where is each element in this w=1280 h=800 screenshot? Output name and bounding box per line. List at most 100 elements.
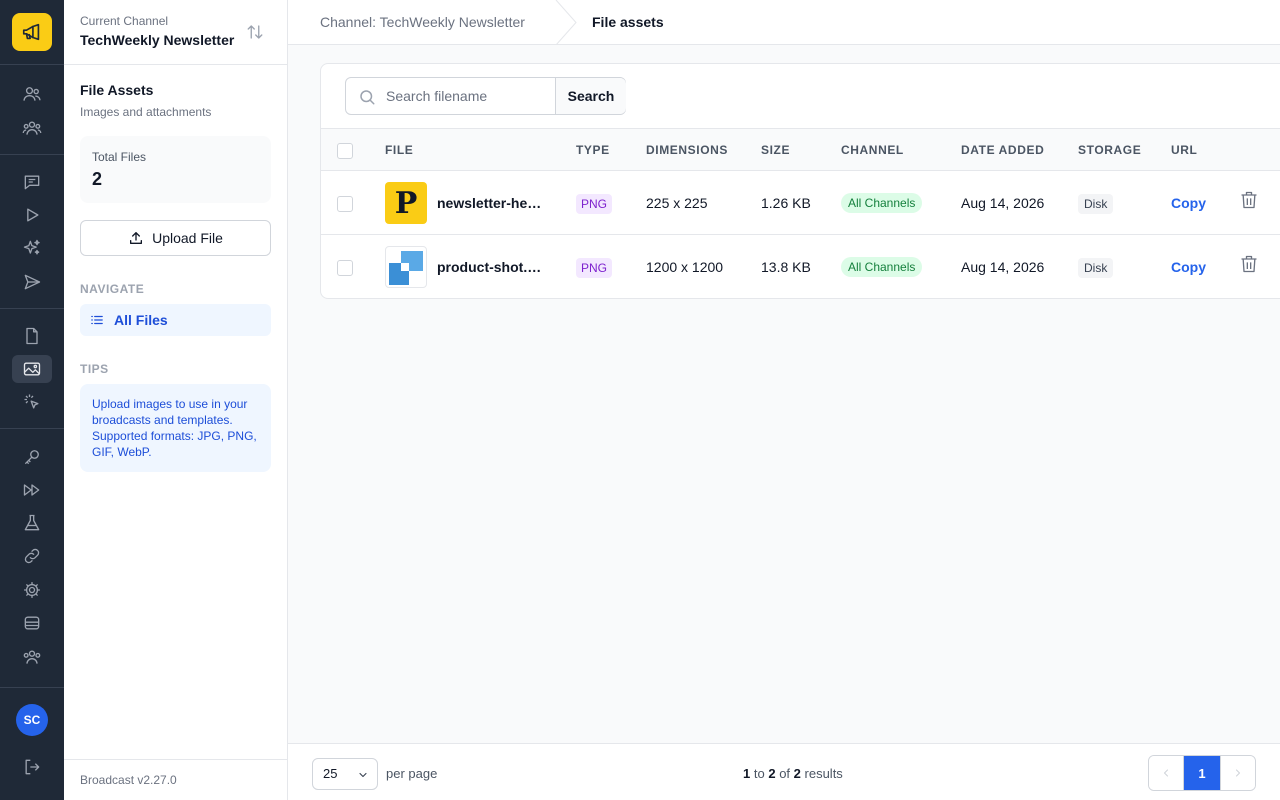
file-name[interactable]: newsletter-header.png: [437, 195, 545, 211]
stat-label: Total Files: [92, 150, 147, 164]
table-row[interactable]: P newsletter-header.png PNG 225 x 225 1.…: [321, 171, 1280, 235]
product-shot-image: [389, 251, 423, 285]
team-icon[interactable]: [12, 643, 52, 671]
results-to: 2: [768, 766, 776, 781]
upload-file-label: Upload File: [152, 230, 223, 246]
database-icon[interactable]: [12, 609, 52, 637]
search-icon: [360, 90, 375, 105]
per-page-label: per page: [386, 766, 438, 781]
type-badge: PNG: [576, 194, 613, 214]
secondary-sidebar: Current Channel TechWeekly Newsletter Fi…: [64, 0, 288, 800]
previous-page-button[interactable]: [1149, 756, 1184, 790]
results-word-of: of: [779, 766, 791, 781]
send-icon[interactable]: [12, 268, 52, 296]
results-from: 1: [743, 766, 751, 781]
storage-badge: Disk: [1078, 258, 1114, 278]
copy-url-button[interactable]: Copy: [1171, 259, 1206, 275]
results-total: 2: [793, 766, 801, 781]
tips-heading: TIPS: [80, 362, 109, 376]
contacts-icon[interactable]: [12, 80, 52, 108]
breadcrumb-separator-icon: [555, 0, 577, 45]
table-row[interactable]: product-shot.png PNG 1200 x 1200 13.8 KB…: [321, 235, 1280, 298]
search-bar: Search: [345, 77, 626, 115]
avatar[interactable]: SC: [16, 704, 48, 736]
tips-box: Upload images to use in your broadcasts …: [80, 384, 271, 472]
sparkles-icon[interactable]: [12, 234, 52, 262]
section-title: File Assets: [80, 82, 154, 98]
select-all-checkbox[interactable]: [337, 143, 353, 159]
thumbnail-glyph: P: [394, 185, 418, 221]
sidebar-divider: [64, 64, 287, 65]
list-icon: [91, 315, 103, 325]
upload-file-button[interactable]: Upload File: [80, 220, 271, 256]
breadcrumb-channel-link[interactable]: Channel: TechWeekly Newsletter: [320, 14, 525, 30]
current-page-button[interactable]: 1: [1184, 756, 1220, 790]
segments-icon[interactable]: [12, 114, 52, 142]
chevron-right-icon: [1235, 769, 1241, 777]
trash-icon[interactable]: [1239, 253, 1259, 275]
switch-channel-icon[interactable]: [244, 22, 266, 42]
version-label: Broadcast v2.27.0: [80, 773, 177, 787]
beaker-icon[interactable]: [12, 509, 52, 537]
column-header-dimensions[interactable]: DIMENSIONS: [646, 143, 728, 157]
megaphone-logo-icon[interactable]: [12, 13, 52, 51]
search-button[interactable]: Search: [555, 78, 626, 114]
results-summary: 1 to 2 of 2 results: [743, 766, 843, 781]
icon-rail: SC: [0, 0, 64, 800]
column-header-file[interactable]: FILE: [385, 143, 413, 157]
size-value: 1.26 KB: [761, 195, 811, 211]
breadcrumb: Channel: TechWeekly Newsletter File asse…: [288, 0, 1280, 45]
stat-value: 2: [92, 169, 103, 189]
nav-item-all-files[interactable]: All Files: [80, 304, 271, 336]
rail-divider: [0, 64, 64, 65]
next-page-button[interactable]: [1220, 756, 1255, 790]
cursor-click-icon[interactable]: [12, 388, 52, 416]
rail-divider: [0, 308, 64, 309]
size-value: 13.8 KB: [761, 259, 811, 275]
column-header-storage[interactable]: STORAGE: [1078, 143, 1141, 157]
results-word-results: results: [804, 766, 843, 781]
logout-icon[interactable]: [12, 753, 52, 781]
rail-divider: [0, 687, 64, 688]
image-icon[interactable]: [12, 355, 52, 383]
current-channel-name: TechWeekly Newsletter: [80, 32, 235, 48]
search-input[interactable]: [386, 78, 554, 114]
play-icon[interactable]: [12, 201, 52, 229]
per-page-value: 25: [323, 766, 338, 781]
row-checkbox[interactable]: [337, 196, 353, 212]
file-thumbnail[interactable]: [385, 246, 427, 288]
chevron-left-icon: [1163, 769, 1169, 777]
fast-forward-icon[interactable]: [12, 476, 52, 504]
column-header-size[interactable]: SIZE: [761, 143, 790, 157]
copy-url-button[interactable]: Copy: [1171, 195, 1206, 211]
nav-item-label: All Files: [114, 312, 168, 328]
type-badge: PNG: [576, 258, 613, 278]
column-header-channel[interactable]: CHANNEL: [841, 143, 904, 157]
current-channel-label: Current Channel: [80, 14, 169, 28]
navigate-heading: NAVIGATE: [80, 282, 145, 296]
key-icon[interactable]: [12, 443, 52, 471]
trash-icon[interactable]: [1239, 189, 1259, 211]
messages-icon[interactable]: [12, 168, 52, 196]
storage-badge: Disk: [1078, 194, 1114, 214]
upload-icon: [130, 232, 143, 244]
gear-icon[interactable]: [12, 576, 52, 604]
document-icon[interactable]: [12, 322, 52, 350]
column-header-type[interactable]: TYPE: [576, 143, 610, 157]
chevron-down-icon: [359, 772, 367, 778]
link-icon[interactable]: [12, 542, 52, 570]
pager: 1: [1148, 755, 1256, 791]
channel-badge: All Channels: [841, 193, 923, 213]
file-assets-card: Search FILE TYPE DIMENSIONS SIZE CHANNEL…: [320, 63, 1280, 299]
section-subtitle: Images and attachments: [80, 105, 212, 119]
breadcrumb-current: File assets: [592, 14, 664, 30]
date-added-value: Aug 14, 2026: [961, 259, 1045, 275]
pagination-bar: 25 per page 1 to 2 of 2 results 1: [288, 743, 1280, 800]
rail-divider: [0, 154, 64, 155]
row-checkbox[interactable]: [337, 260, 353, 276]
column-header-date-added[interactable]: DATE ADDED: [961, 143, 1044, 157]
per-page-select[interactable]: 25: [312, 758, 378, 790]
rail-divider: [0, 428, 64, 429]
file-name[interactable]: product-shot.png: [437, 259, 545, 275]
file-thumbnail[interactable]: P: [385, 182, 427, 224]
